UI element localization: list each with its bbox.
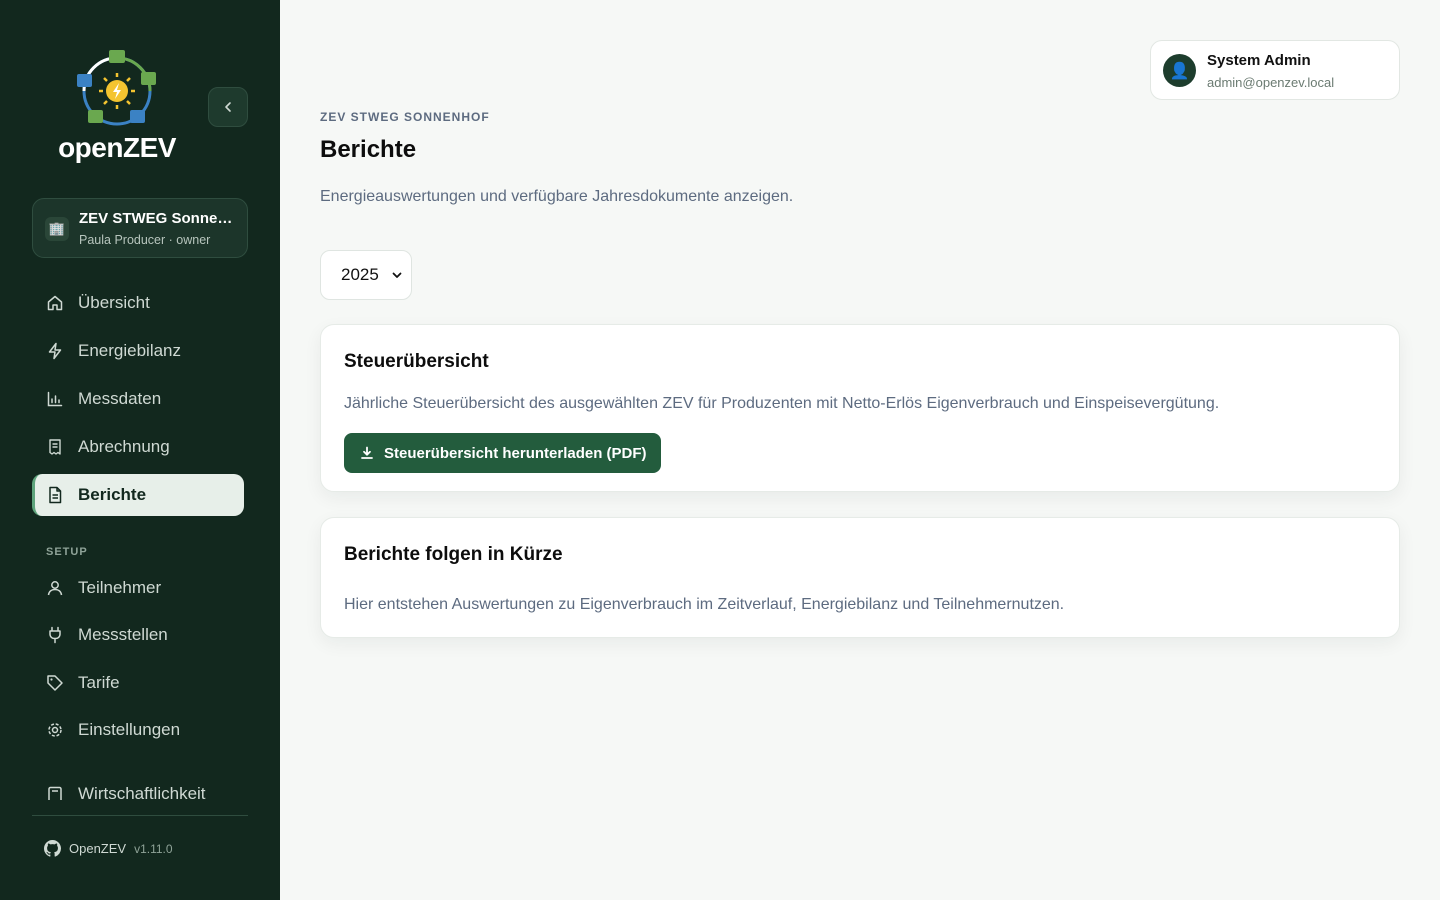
download-tax-summary-pdf-button[interactable]: Steuerübersicht herunterladen (PDF) — [344, 433, 661, 473]
sidebar-item-label: Energiebilanz — [78, 341, 182, 360]
app-version: v1.11.0 — [134, 841, 173, 856]
year-select-value: 2025 — [341, 265, 379, 284]
org-subtitle: Paula Producer · owner — [79, 233, 211, 247]
bar-chart-icon — [47, 391, 63, 407]
sidebar-item-label: Teilnehmer — [78, 578, 162, 597]
page-eyebrow: ZEV STWEG SONNENHOF — [320, 110, 490, 124]
page-description: Energieauswertungen und verfügbare Jahre… — [320, 188, 794, 205]
sidebar-item-label: Abrechnung — [78, 437, 170, 456]
sidebar-item-tarife[interactable]: Tarife — [32, 662, 244, 704]
sidebar-item-abrechnung[interactable]: Abrechnung — [32, 426, 244, 468]
receipt-icon — [49, 439, 61, 455]
building-icon: 🏢 — [45, 217, 69, 241]
page-title: Berichte — [320, 136, 417, 163]
tax-summary-card: Steuerübersicht Jährliche Steuerübersich… — [320, 324, 1400, 492]
chevron-down-icon — [392, 272, 402, 278]
gear-icon — [48, 723, 62, 737]
sidebar-item-label: Wirtschaftlichkeit — [78, 784, 206, 800]
collapse-sidebar-button[interactable] — [208, 87, 248, 127]
brand-name: openZEV — [58, 132, 176, 163]
card-text: Hier entstehen Auswertungen zu Eigenverb… — [344, 596, 1065, 613]
download-icon — [361, 446, 373, 459]
org-switcher[interactable]: 🏢 ZEV STWEG Sonnenhof Paula Producer · o… — [32, 198, 248, 258]
sidebar-item-berichte[interactable]: Berichte — [32, 474, 244, 516]
avatar: 👤 — [1163, 54, 1196, 87]
sidebar-item-label: Tarife — [78, 673, 120, 692]
sidebar: openZEV 🏢 ZEV STWEG Sonnenhof Paula Prod… — [0, 0, 280, 900]
user-menu[interactable]: 👤 System Admin admin@openzev.local — [1150, 40, 1400, 100]
user-icon: 👤 — [1169, 62, 1190, 80]
sidebar-item-wirtschaftlichkeit[interactable]: Wirtschaftlichkeit — [32, 780, 244, 800]
download-button-label: Steuerübersicht herunterladen (PDF) — [384, 444, 647, 462]
coming-soon-card: Berichte folgen in Kürze Hier entstehen … — [320, 517, 1400, 638]
sidebar-divider — [32, 815, 248, 816]
sidebar-item-messdaten[interactable]: Messdaten — [32, 378, 244, 420]
sidebar-item-teilnehmer[interactable]: Teilnehmer — [32, 567, 244, 609]
sun-houses-logo-icon — [77, 50, 156, 126]
calculator-icon — [48, 786, 62, 800]
sidebar-item-label: Berichte — [78, 485, 147, 504]
tag-icon — [47, 675, 63, 691]
sidebar-item-einstellungen[interactable]: Einstellungen — [32, 709, 244, 751]
sidebar-item-label: Messdaten — [78, 389, 162, 408]
sidebar-item-messstellen[interactable]: Messstellen — [32, 614, 244, 656]
card-title: Steuerübersicht — [344, 351, 489, 372]
user-icon — [47, 581, 63, 596]
sidebar-item-uebersicht[interactable]: Übersicht — [32, 282, 244, 324]
sidebar-item-energiebilanz[interactable]: Energiebilanz — [32, 330, 244, 372]
user-email: admin@openzev.local — [1207, 75, 1335, 90]
chevron-left-icon — [225, 102, 231, 112]
card-text: Jährliche Steuerübersicht des ausgewählt… — [344, 395, 1220, 412]
github-icon — [44, 840, 61, 857]
setup-section-label: SETUP — [46, 546, 88, 558]
plug-icon — [49, 626, 61, 644]
app-name: OpenZEV — [69, 841, 127, 856]
sidebar-item-label: Übersicht — [78, 293, 150, 312]
org-name: ZEV STWEG Sonnenhof — [79, 210, 239, 227]
github-version-link[interactable]: OpenZEV v1.11.0 — [44, 840, 173, 857]
lightning-icon — [48, 342, 62, 360]
sidebar-item-label: Einstellungen — [78, 720, 181, 739]
card-title: Berichte folgen in Kürze — [344, 544, 563, 565]
sidebar-item-label: Messstellen — [78, 625, 168, 644]
home-icon — [47, 295, 63, 311]
user-name: System Admin — [1207, 52, 1311, 69]
document-icon — [49, 486, 62, 504]
brand-logo[interactable]: openZEV — [52, 48, 182, 166]
year-select[interactable]: 2025 — [320, 250, 412, 300]
